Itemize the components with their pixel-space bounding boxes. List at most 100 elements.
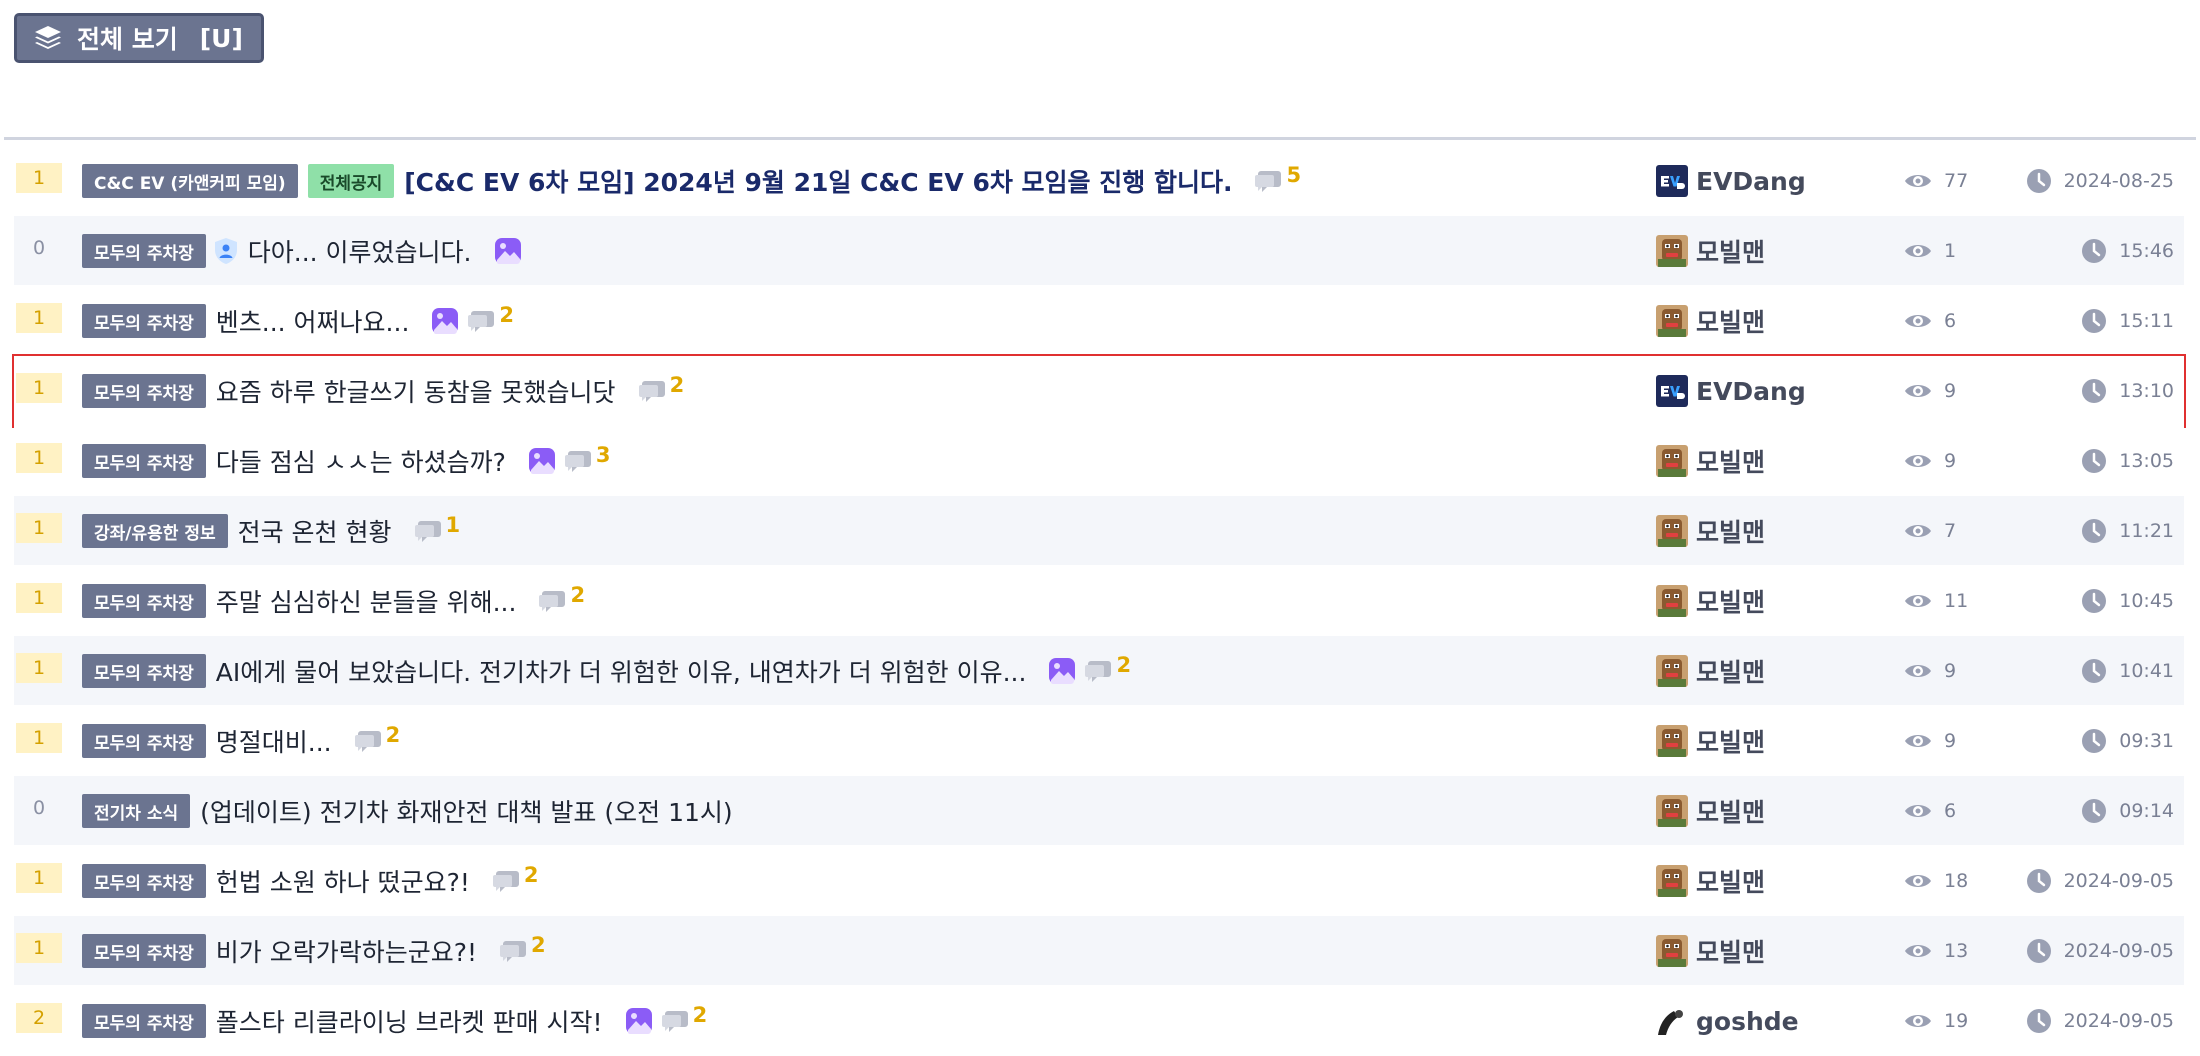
post-title-link[interactable]: (업데이트) 전기차 화재안전 대책 발표 (오전 11시) [200,793,733,829]
author[interactable]: 모빌맨 [1656,286,1765,356]
post-subject: 모두의 주차장 다아... 이루었습니다. [82,216,522,286]
post-row[interactable]: 2 모두의 주차장 폴스타 리클라이닝 브라켓 판매 시작! 2 goshde … [14,986,2184,1056]
author[interactable]: goshde [1656,986,1799,1056]
post-title-link[interactable]: 다들 점심 ㅅㅅ는 하셨슴까? [216,443,506,479]
post-title-link[interactable]: AI에게 물어 보았습니다. 전기차가 더 위험한 이유, 내연차가 더 위험한… [216,653,1027,689]
author[interactable]: 모빌맨 [1656,216,1765,286]
post-row[interactable]: 0 전기차 소식 (업데이트) 전기차 화재안전 대책 발표 (오전 11시) … [14,776,2184,846]
category-badge[interactable]: 모두의 주차장 [82,304,206,338]
author[interactable]: 모빌맨 [1656,636,1765,706]
clock-icon [2081,238,2107,264]
category-badge[interactable]: 모두의 주차장 [82,584,206,618]
post-title-link[interactable]: 다아... 이루었습니다. [248,233,472,269]
post-indicators: 2 [638,373,684,404]
post-row[interactable]: 1 모두의 주차장 요즘 하루 한글쓰기 동참을 못했습니닷 2 EVDang … [12,354,2186,428]
category-badge[interactable]: 강좌/유용한 정보 [82,514,228,548]
author[interactable]: 모빌맨 [1656,776,1765,846]
category-badge[interactable]: 모두의 주차장 [82,1004,206,1038]
clock-icon [2081,308,2107,334]
vote-count: 1 [16,653,62,683]
comment-count: 5 [1286,163,1302,187]
post-subject: 모두의 주차장 비가 오락가락하는군요?! 2 [82,916,546,986]
vote-count: 1 [16,863,62,893]
post-row[interactable]: 1 모두의 주차장 명절대비... 2 모빌맨 9 09:31 [14,706,2184,776]
comment-icon [1254,168,1282,194]
comment-indicator[interactable]: 2 [354,723,400,754]
post-row[interactable]: 1 모두의 주차장 벤츠... 어쩌나요... 2 모빌맨 6 15:11 [14,286,2184,356]
view-count-value: 77 [1944,170,1969,192]
post-indicators: 5 [1254,163,1301,194]
category-badge[interactable]: 모두의 주차장 [82,864,206,898]
view-count-value: 9 [1944,450,1957,472]
comment-count: 2 [531,933,546,957]
category-badge[interactable]: 모두의 주차장 [82,934,206,968]
author-name: EVDang [1696,166,1806,196]
post-title-link[interactable]: 요즘 하루 한글쓰기 동참을 못했습니닷 [216,373,616,409]
comment-indicator[interactable]: 2 [661,1003,707,1034]
author[interactable]: 모빌맨 [1656,426,1765,496]
category-badge[interactable]: 모두의 주차장 [82,234,206,268]
comment-indicator[interactable]: 2 [499,933,546,964]
post-row[interactable]: 1 모두의 주차장 주말 심심하신 분들을 위해... 2 모빌맨 11 10:… [14,566,2184,636]
post-date: 15:46 [2081,216,2174,286]
post-title-link[interactable]: 비가 오락가락하는군요?! [216,933,477,969]
category-badge[interactable]: 모두의 주차장 [82,444,206,478]
comment-icon [564,448,592,474]
comment-indicator[interactable]: 2 [538,583,585,614]
post-row[interactable]: 1 모두의 주차장 AI에게 물어 보았습니다. 전기차가 더 위험한 이유, … [14,636,2184,706]
comment-indicator[interactable]: 1 [414,513,460,544]
clock-icon [2081,518,2107,544]
comment-indicator[interactable]: 2 [467,303,514,334]
post-row[interactable]: 0 모두의 주차장 다아... 이루었습니다. 모빌맨 1 15:46 [14,216,2184,286]
author[interactable]: 모빌맨 [1656,496,1765,566]
post-row[interactable]: 1 모두의 주차장 헌법 소원 하나 떴군요?! 2 모빌맨 18 2024-0… [14,846,2184,916]
post-title-link[interactable]: 전국 온천 현황 [238,513,392,549]
author-name: 모빌맨 [1696,518,1766,547]
author[interactable]: EVDang [1656,146,1806,216]
post-row[interactable]: 1 C&C EV (카앤커피 모임) 전체공지 [C&C EV 6차 모임] 20… [14,146,2184,216]
image-icon [431,307,459,335]
author[interactable]: 모빌맨 [1656,916,1765,986]
post-subject: 모두의 주차장 AI에게 물어 보았습니다. 전기차가 더 위험한 이유, 내연… [82,636,1131,706]
category-badge[interactable]: C&C EV (카앤커피 모임) [82,164,298,198]
author[interactable]: 모빌맨 [1656,846,1765,916]
category-badge[interactable]: 모두의 주차장 [82,654,206,688]
vote-count: 1 [16,373,62,403]
category-badge[interactable]: 전기차 소식 [82,794,191,828]
post-subject: 모두의 주차장 명절대비... 2 [82,706,400,776]
category-badge[interactable]: 모두의 주차장 [82,374,206,408]
eye-icon [1904,591,1932,611]
post-title-link[interactable]: 벤츠... 어쩌나요... [216,303,410,339]
author-name: 모빌맨 [1696,728,1766,757]
post-indicators: 2 [431,303,514,335]
author-avatar [1656,935,1688,967]
post-title-link[interactable]: 헌법 소원 하나 떴군요?! [216,863,470,899]
post-row[interactable]: 1 강좌/유용한 정보 전국 온천 현황 1 모빌맨 7 11:21 [14,496,2184,566]
post-title-link[interactable]: 명절대비... [216,723,332,759]
author-name: 모빌맨 [1696,868,1766,897]
author-name: 모빌맨 [1696,238,1766,267]
post-title-link[interactable]: [C&C EV 6차 모임] 2024년 9월 21일 C&C EV 6차 모임… [404,163,1232,199]
post-date: 2024-08-25 [2026,146,2174,216]
post-indicators: 2 [492,863,539,894]
view-all-button[interactable]: 전체 보기 [U] [14,13,264,63]
author[interactable]: EVDang [1656,356,1806,426]
comment-indicator[interactable]: 2 [638,373,684,404]
post-row[interactable]: 1 모두의 주차장 비가 오락가락하는군요?! 2 모빌맨 13 2024-09… [14,916,2184,986]
comment-indicator[interactable]: 2 [1084,653,1131,684]
author[interactable]: 모빌맨 [1656,566,1765,636]
post-indicators: 3 [528,443,611,475]
post-subject: 모두의 주차장 벤츠... 어쩌나요... 2 [82,286,514,356]
post-title-link[interactable]: 주말 심심하신 분들을 위해... [216,583,517,619]
eye-icon [1904,451,1932,471]
post-row[interactable]: 1 모두의 주차장 다들 점심 ㅅㅅ는 하셨슴까? 3 모빌맨 9 13:05 [14,426,2184,496]
comment-count: 2 [570,583,586,607]
post-date-value: 13:10 [2119,380,2174,402]
comment-indicator[interactable]: 5 [1254,163,1301,194]
comment-indicator[interactable]: 2 [492,863,539,894]
comment-indicator[interactable]: 3 [564,443,611,474]
post-title-link[interactable]: 폴스타 리클라이닝 브라켓 판매 시작! [216,1003,603,1039]
category-badge[interactable]: 모두의 주차장 [82,724,206,758]
view-count-value: 9 [1944,380,1957,402]
author[interactable]: 모빌맨 [1656,706,1765,776]
